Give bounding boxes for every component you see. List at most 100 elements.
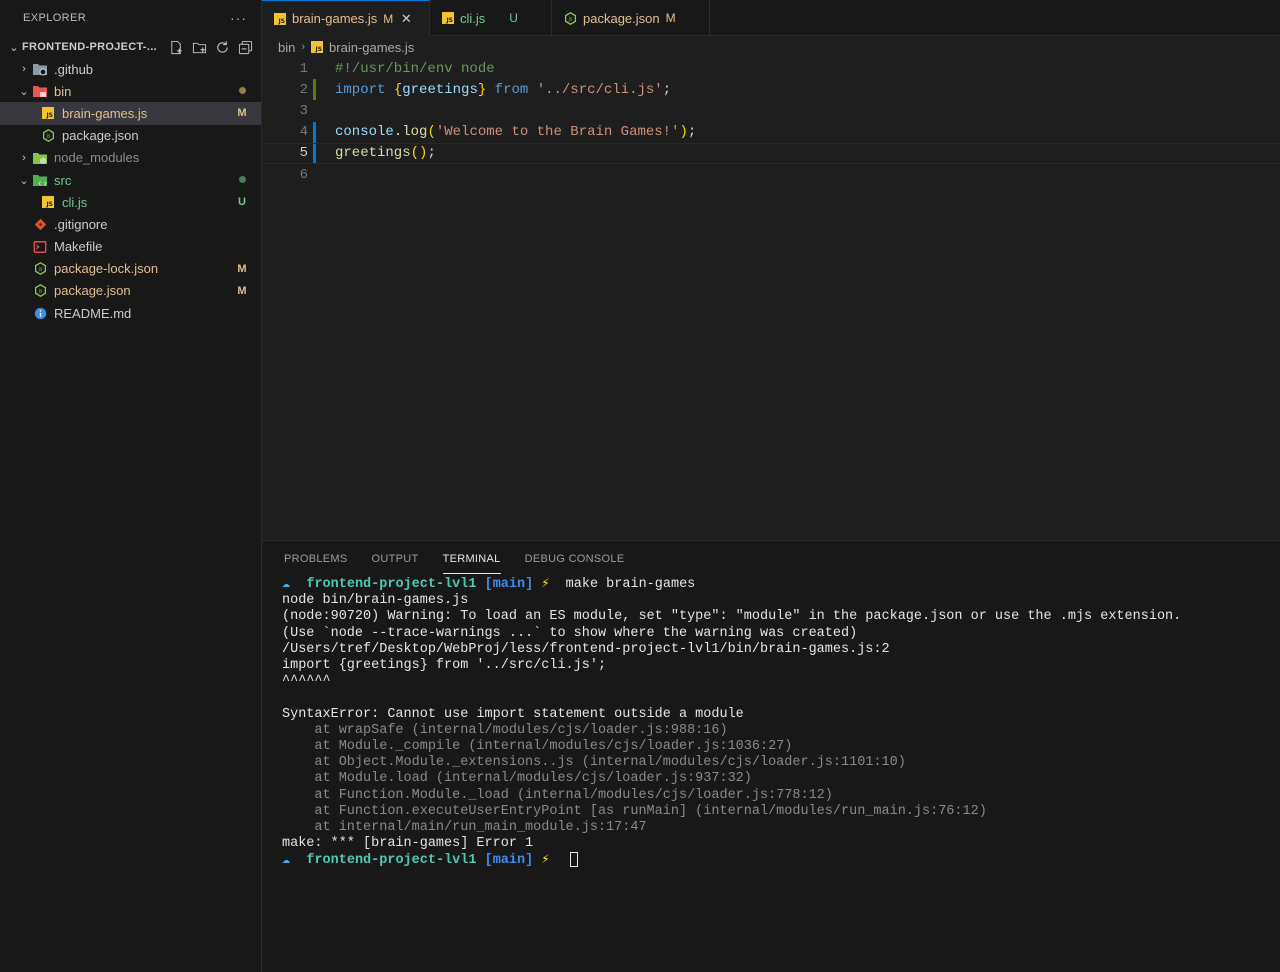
code-token: ) xyxy=(679,124,688,141)
terminal-output-line: at Object.Module._extensions..js (intern… xyxy=(282,755,906,771)
breadcrumb-folder[interactable]: bin xyxy=(278,40,295,55)
new-file-icon[interactable] xyxy=(168,39,185,55)
node-file-icon: js xyxy=(32,283,48,299)
terminal-output-line: node bin/brain-games.js xyxy=(282,593,469,609)
terminal-output-line: (Use `node --trace-warnings ...` to show… xyxy=(282,625,858,641)
file-name: bin xyxy=(54,83,72,99)
file-tree: › .github ⌄ bin JS brain-games.js Mjs package.j… xyxy=(0,58,261,324)
terminal-output-line: at Module.load (internal/modules/cjs/loa… xyxy=(282,771,752,787)
folder-github-icon xyxy=(32,61,48,77)
code-token: . xyxy=(393,124,403,141)
git-status-badge: M xyxy=(237,262,247,275)
file-item[interactable]: README.md xyxy=(0,302,261,324)
terminal[interactable]: ☁ frontend-project-lvl1 [main] ⚡ make br… xyxy=(262,577,1280,870)
svg-text:js: js xyxy=(568,16,573,22)
terminal-output-line: /Users/tref/Desktop/WebProj/less/fronten… xyxy=(282,641,890,657)
code-line[interactable]: 4 console.log('Welcome to the Brain Games… xyxy=(262,121,1280,143)
terminal-prompt: ☁ frontend-project-lvl1 [main] ⚡ xyxy=(282,852,1280,869)
chevron-down-icon[interactable]: ⌄ xyxy=(6,41,22,54)
chevron-right-icon[interactable]: › xyxy=(16,63,32,75)
file-name: brain-games.js xyxy=(62,105,148,121)
refresh-icon[interactable] xyxy=(214,39,231,55)
project-actions xyxy=(168,39,254,55)
code-content: greetings(); xyxy=(335,145,436,161)
terminal-output-line: at Module._compile (internal/modules/cjs… xyxy=(282,739,793,755)
code-line[interactable]: 6 xyxy=(262,164,1280,185)
cloud-icon: ☁ xyxy=(282,577,291,592)
project-root-row[interactable]: ⌄ FRONTEND-PROJECT-... xyxy=(0,36,261,58)
project-name: FRONTEND-PROJECT-... xyxy=(22,41,157,53)
line-number: 3 xyxy=(299,102,308,119)
more-actions-icon[interactable]: ··· xyxy=(230,10,247,26)
folder-src-icon xyxy=(32,172,48,188)
code-token: #!/usr/bin/env node xyxy=(335,60,495,77)
file-name: README.md xyxy=(54,305,132,321)
code-token: ; xyxy=(427,145,436,162)
line-number: 5 xyxy=(299,145,308,162)
code-token: } xyxy=(477,81,487,98)
file-item[interactable]: js package.json xyxy=(0,125,261,147)
tab-label: brain-games.js xyxy=(292,11,378,26)
makefile-icon xyxy=(32,239,48,255)
file-item[interactable]: JS brain-games.js M xyxy=(0,102,261,125)
code-line[interactable]: 2 import {greetings} from '../src/cli.js'… xyxy=(262,79,1280,101)
terminal-cursor[interactable] xyxy=(569,852,578,868)
line-number: 6 xyxy=(299,166,308,183)
line-number: 1 xyxy=(299,60,308,77)
chevron-right-icon[interactable]: › xyxy=(16,152,32,164)
file-item[interactable]: js package.json M xyxy=(0,280,261,302)
tab-status-badge: U xyxy=(509,11,518,25)
new-folder-icon[interactable] xyxy=(191,39,208,55)
tab-cli-js[interactable]: JS cli.js U xyxy=(430,0,552,36)
folder-item[interactable]: ⌄ bin xyxy=(0,80,261,102)
folder-item[interactable]: › .github xyxy=(0,58,261,80)
close-icon[interactable]: ✕ xyxy=(399,11,413,27)
panel-tab-output[interactable]: OUTPUT xyxy=(372,541,419,577)
code-token: ; xyxy=(662,81,672,98)
file-item[interactable]: .gitignore xyxy=(0,213,261,235)
folder-item[interactable]: ⌄ src xyxy=(0,169,261,191)
breadcrumb: bin › JS brain-games.js xyxy=(262,36,1280,58)
tab-package-json[interactable]: js package.json M xyxy=(552,0,710,36)
file-name: node_modules xyxy=(54,150,140,166)
file-name: package-lock.json xyxy=(54,261,159,277)
vscode-window: EXPLORER ··· ⌄ FRONTEND-PROJECT-... › .g… xyxy=(0,0,1280,972)
node-file-icon: js xyxy=(32,261,48,277)
file-item[interactable]: js package-lock.json M xyxy=(0,258,261,280)
line-number: 4 xyxy=(299,124,308,141)
tab-label: package.json xyxy=(583,10,660,26)
code-line[interactable]: 5 greetings(); xyxy=(262,142,1280,164)
panel-tab-terminal[interactable]: TERMINAL xyxy=(442,541,501,577)
code-token: import xyxy=(335,81,386,98)
code-editor[interactable]: 1 #!/usr/bin/env node 2 import {greetings} … xyxy=(262,58,1280,540)
chevron-down-icon[interactable]: ⌄ xyxy=(16,174,32,187)
node-file-icon: js xyxy=(564,11,577,25)
breadcrumb-file[interactable]: brain-games.js xyxy=(329,40,414,55)
file-name: package.json xyxy=(62,128,139,144)
code-token: ( xyxy=(427,124,436,141)
folder-item[interactable]: › node_modules xyxy=(0,147,261,169)
git-status-badge: M xyxy=(237,284,247,297)
tab-brain-games-js[interactable]: JS brain-games.js M ✕ xyxy=(262,0,430,36)
code-token: greetings xyxy=(402,81,478,98)
collapse-all-icon[interactable] xyxy=(237,39,254,55)
file-item[interactable]: JS cli.js U xyxy=(0,191,261,213)
chevron-down-icon[interactable]: ⌄ xyxy=(16,85,32,98)
file-name: src xyxy=(54,172,72,188)
code-line[interactable]: 3 xyxy=(262,100,1280,121)
panel-tab-debug-console[interactable]: DEBUG CONSOLE xyxy=(525,541,625,577)
code-line[interactable]: 1 #!/usr/bin/env node xyxy=(262,58,1280,79)
bottom-panel: PROBLEMS OUTPUT TERMINAL DEBUG CONSOLE ☁ fr… xyxy=(262,540,1280,972)
git-gutter-marker xyxy=(313,143,316,163)
code-token: 'Welcome to the Brain Games!' xyxy=(435,124,680,141)
code-token: '../src/cli.js' xyxy=(536,81,663,98)
code-token: ; xyxy=(687,124,697,141)
svg-text:js: js xyxy=(45,134,50,140)
file-name: Makefile xyxy=(54,239,103,255)
terminal-prompt: ☁ frontend-project-lvl1 [main] ⚡ make br… xyxy=(282,577,1280,593)
panel-tab-problems[interactable]: PROBLEMS xyxy=(284,541,348,577)
file-item[interactable]: Makefile xyxy=(0,236,261,258)
js-file-icon: JS xyxy=(40,105,56,121)
